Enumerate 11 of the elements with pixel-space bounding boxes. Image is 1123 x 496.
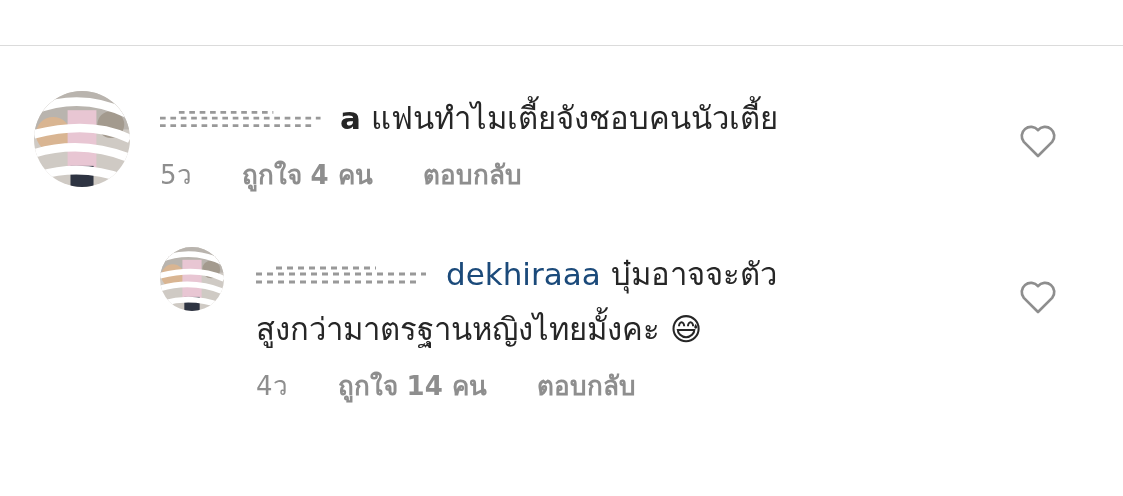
reply-link[interactable]: ตอบกลับ	[422, 154, 522, 195]
comment-text: แฟนทำไมเตี้ยจังชอบคนนัวเตี้ย	[370, 91, 778, 146]
comment-text: บุ๋มอาจจะตัว	[610, 255, 777, 296]
mention-link[interactable]: dekhiraaa	[446, 247, 601, 302]
comment-text: สูงกว่ามาตรฐานหญิงไทยมั้งคะ 😅	[256, 302, 703, 357]
comment-time: 4ว	[256, 370, 288, 403]
reply-link[interactable]: ตอบกลับ	[536, 365, 636, 406]
likes-link[interactable]: ถูกใจ 14 คน	[337, 365, 487, 406]
comment-time: 5ว	[160, 159, 192, 192]
likes-link[interactable]: ถูกใจ 4 คน	[241, 154, 373, 195]
username[interactable]: a	[340, 91, 361, 146]
